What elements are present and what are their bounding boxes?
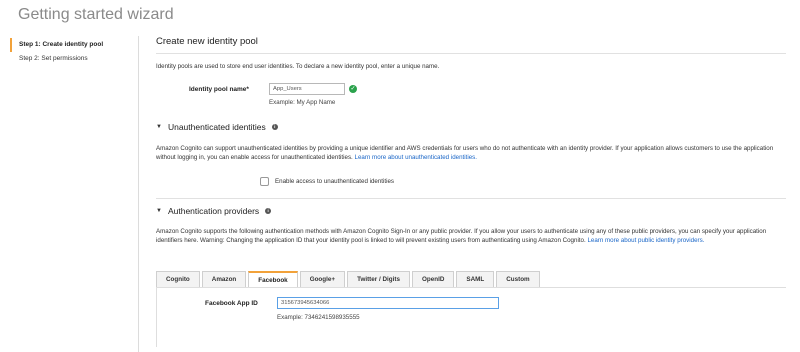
unauth-title: Unauthenticated identities	[167, 122, 266, 132]
facebook-tab-panel	[156, 287, 786, 347]
tab-openid[interactable]: OpenID	[411, 271, 455, 287]
main-content: Create new identity pool Identity pools …	[156, 36, 786, 71]
page-title: Create new identity pool	[156, 36, 786, 54]
info-icon[interactable]: i	[271, 124, 278, 130]
caret-down-icon: ▼	[156, 208, 162, 214]
pool-name-field-wrap: ✓	[269, 83, 357, 95]
tab-saml[interactable]: SAML	[456, 271, 495, 287]
auth-description: Amazon Cognito supports the following au…	[156, 227, 786, 245]
step-set-permissions[interactable]: Step 2: Set permissions	[10, 52, 138, 66]
unauth-description: Amazon Cognito can support unauthenticat…	[156, 144, 786, 162]
tab-amazon[interactable]: Amazon	[201, 271, 247, 287]
intro-text: Identity pools are used to store end use…	[156, 63, 440, 70]
unauth-learn-more-link[interactable]: Learn more about unauthenticated identit…	[355, 154, 477, 161]
enable-unauth-label: Enable access to unauthenticated identit…	[275, 178, 395, 185]
pool-name-example: Example: My App Name	[269, 99, 336, 106]
sidebar-divider	[138, 36, 139, 352]
tab-facebook[interactable]: Facebook	[248, 271, 298, 287]
facebook-app-id-input[interactable]	[277, 297, 499, 309]
pool-name-input[interactable]	[269, 83, 345, 95]
tab-custom[interactable]: Custom	[496, 271, 540, 287]
auth-section-toggle[interactable]: ▼ Authentication providers i	[156, 206, 272, 216]
wizard-steps: Step 1: Create identity pool Step 2: Set…	[10, 38, 138, 66]
facebook-app-id-label: Facebook App ID	[205, 300, 258, 307]
facebook-app-id-example: Example: 7346241598935555	[277, 314, 360, 321]
tab-google[interactable]: Google+	[299, 271, 346, 287]
valid-check-icon: ✓	[349, 85, 357, 93]
pool-name-label: Identity pool name*	[189, 86, 249, 93]
info-icon[interactable]: i	[265, 208, 272, 214]
enable-unauth-checkbox[interactable]	[260, 177, 269, 186]
unauth-section-toggle[interactable]: ▼ Unauthenticated identities i	[156, 122, 278, 132]
caret-down-icon: ▼	[156, 124, 162, 130]
auth-title: Authentication providers	[167, 206, 260, 216]
wizard-title: Getting started wizard	[18, 6, 174, 23]
pool-name-row: Identity pool name*	[189, 86, 249, 93]
tab-twitter-digits[interactable]: Twitter / Digits	[347, 271, 410, 287]
auth-learn-more-link[interactable]: Learn more about public identity provide…	[587, 237, 704, 244]
tab-cognito[interactable]: Cognito	[156, 271, 200, 287]
section-divider	[156, 198, 786, 199]
unauth-checkbox-row: Enable access to unauthenticated identit…	[260, 177, 394, 186]
provider-tabs: Cognito Amazon Facebook Google+ Twitter …	[156, 271, 540, 287]
step-create-identity-pool[interactable]: Step 1: Create identity pool	[10, 38, 138, 52]
